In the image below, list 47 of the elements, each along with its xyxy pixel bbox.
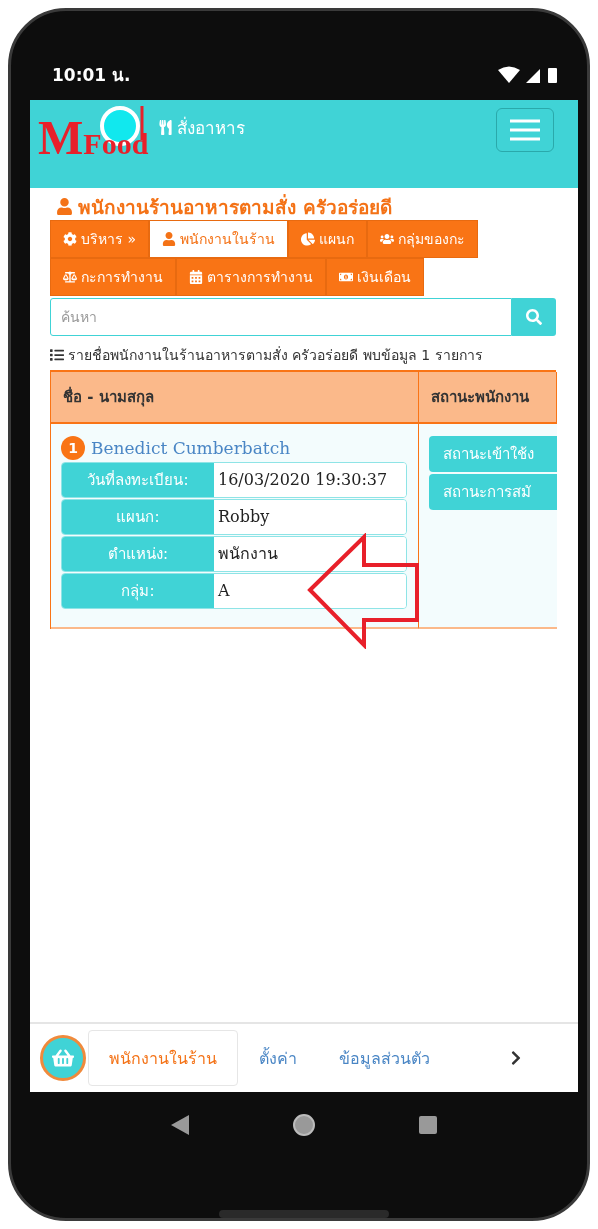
status-time: 10:01 น.	[52, 64, 131, 88]
column-header: สถานะพนักงาน	[419, 371, 557, 424]
search-icon	[526, 308, 542, 325]
pie-chart-icon	[301, 231, 315, 246]
field-value: 16/03/2020 19:30:37	[214, 462, 406, 497]
list-icon	[50, 347, 64, 362]
page-title: พนักงานร้านอาหารตามสั่ง ครัวอร่อยดี	[78, 193, 392, 220]
menu-button[interactable]	[496, 107, 554, 152]
home-icon[interactable]	[292, 1113, 316, 1138]
field-label: กลุ่ม:	[62, 573, 214, 608]
battery-icon	[548, 67, 557, 83]
wifi-icon	[498, 66, 520, 83]
user-icon	[56, 198, 73, 216]
field-label: ตำแหน่ง:	[62, 536, 214, 571]
summary-text: รายชื่อพนักงานในร้านอาหารตามสั่ง ครัวอร่อยดี พบข้อมูล 1 รายการ	[68, 345, 483, 366]
logo-text[interactable]: MFood	[38, 113, 149, 166]
scales-icon	[63, 269, 77, 284]
utensils-icon	[158, 119, 174, 135]
field-value: Robby	[214, 499, 406, 534]
user-icon	[162, 231, 176, 246]
nav-tab[interactable]: กะการทำงาน	[50, 257, 176, 296]
nav-tab[interactable]: พนักงานในร้าน	[149, 219, 288, 258]
nav-tab[interactable]: กลุ่มของกะ	[367, 219, 478, 258]
users-icon	[380, 231, 394, 246]
nav-tab[interactable]: ตารางการทำงาน	[176, 257, 326, 296]
status-button[interactable]: สถานะเข้าใช้ง	[429, 435, 557, 472]
gear-icon	[63, 231, 77, 246]
field-label: แผนก:	[62, 499, 214, 534]
back-icon[interactable]	[171, 1115, 190, 1136]
field-label: วันที่ลงทะเบียน:	[62, 462, 214, 497]
row-number: 1	[61, 435, 85, 460]
recents-icon[interactable]	[418, 1116, 437, 1135]
nav-tab[interactable]: บริหาร »	[50, 219, 149, 258]
brand-link[interactable]: สั่งอาหาร	[158, 113, 246, 141]
search-field[interactable]: ค้นหา	[50, 297, 512, 336]
menu-icon	[510, 118, 540, 141]
basket-icon	[52, 1047, 74, 1070]
column-header: ชื่อ - นามสกุล	[51, 371, 419, 424]
nav-tab[interactable]: แผนก	[288, 219, 367, 258]
status-button[interactable]: สถานะการสมั	[429, 473, 557, 510]
field-value: A	[214, 573, 406, 608]
nav-tab[interactable]: เงินเดือน	[326, 257, 424, 296]
field-value: พนักงาน	[214, 536, 406, 571]
calendar-icon	[189, 269, 203, 284]
bottom-tab[interactable]: พนักงานในร้าน	[88, 1030, 238, 1087]
employee-name-link[interactable]: Benedict Cumberbatch	[91, 437, 291, 458]
signal-icon	[526, 68, 540, 83]
